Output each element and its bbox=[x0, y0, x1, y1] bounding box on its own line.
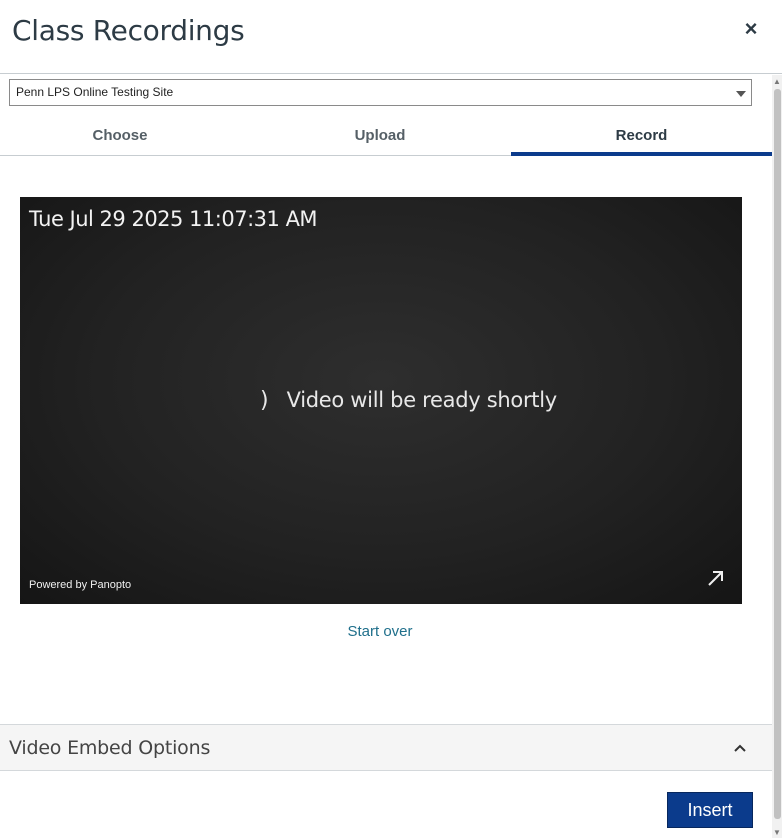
tab-record[interactable]: Record bbox=[511, 117, 772, 156]
spinner-icon: ) bbox=[260, 387, 269, 413]
close-icon[interactable]: × bbox=[740, 18, 762, 40]
chevron-up-icon bbox=[731, 739, 749, 757]
expand-icon[interactable] bbox=[705, 567, 727, 589]
folder-select-value: Penn LPS Online Testing Site bbox=[16, 85, 174, 99]
start-over-link[interactable]: Start over bbox=[0, 623, 760, 640]
video-player[interactable]: Tue Jul 29 2025 11:07:31 AM ) Video will… bbox=[20, 197, 742, 604]
video-embed-options-toggle[interactable]: Video Embed Options bbox=[0, 724, 772, 771]
dialog-body: Penn LPS Online Testing Site Choose Uplo… bbox=[0, 75, 772, 838]
recording-timestamp: Tue Jul 29 2025 11:07:31 AM bbox=[29, 207, 318, 231]
scroll-down-icon[interactable]: ▼ bbox=[772, 828, 782, 838]
tab-choose[interactable]: Choose bbox=[0, 117, 240, 156]
loading-status-text: Video will be ready shortly bbox=[286, 388, 558, 412]
tab-bar: Choose Upload Record bbox=[0, 117, 772, 156]
scrollbar-thumb[interactable] bbox=[774, 89, 781, 819]
powered-by-label: Powered by Panopto bbox=[29, 579, 132, 591]
scrollbar[interactable]: ▲ ▼ bbox=[772, 75, 782, 838]
loading-indicator: ) Video will be ready shortly bbox=[260, 385, 557, 415]
tab-upload[interactable]: Upload bbox=[250, 117, 510, 156]
dialog-header: Class Recordings × bbox=[0, 0, 782, 74]
insert-button[interactable]: Insert bbox=[667, 792, 753, 828]
scroll-up-icon[interactable]: ▲ bbox=[772, 77, 782, 87]
dialog-title: Class Recordings bbox=[12, 14, 245, 47]
folder-select[interactable]: Penn LPS Online Testing Site bbox=[9, 79, 752, 106]
embed-options-label: Video Embed Options bbox=[9, 737, 211, 759]
chevron-down-icon bbox=[736, 91, 746, 97]
